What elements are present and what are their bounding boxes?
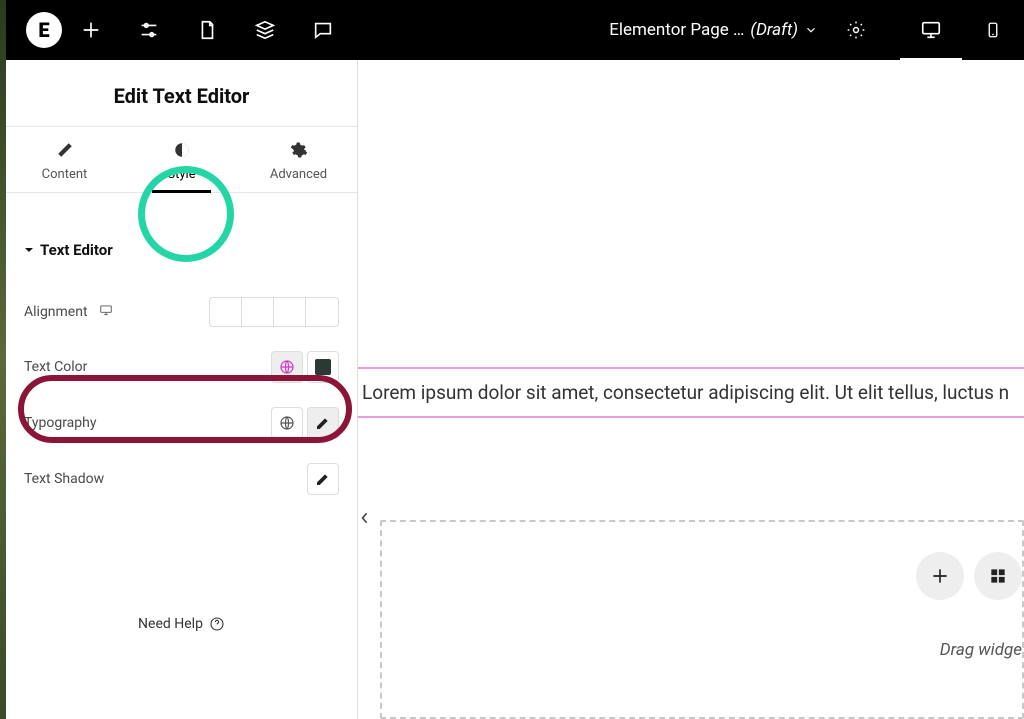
row-alignment: Alignment [24,285,339,339]
notes-button[interactable] [294,0,352,60]
typography-edit-button[interactable] [307,407,339,439]
drop-zone[interactable]: Drag widge [380,520,1024,719]
style-section: Text Editor Alignment Text Color Typogra… [6,193,357,507]
draft-badge: (Draft) [750,20,798,40]
selected-widget-text[interactable]: Lorem ipsum dolor sit amet, consectetur … [358,367,1024,418]
canvas[interactable]: Lorem ipsum dolor sit amet, consectetur … [358,60,1024,719]
page-settings-button[interactable] [178,0,236,60]
global-color-button[interactable] [271,351,303,383]
panel-tabs: Content Style Advanced [6,126,357,193]
typography-label: Typography [24,415,96,431]
text-shadow-edit-button[interactable] [307,463,339,495]
responsive-icon[interactable] [98,303,114,321]
publish-dropdown-chevron[interactable] [804,23,818,37]
align-left-button[interactable] [210,298,242,326]
alignment-buttons [209,297,339,327]
tab-style[interactable]: Style [123,127,240,192]
elementor-logo[interactable]: E [26,12,62,48]
panel-title: Edit Text Editor [6,60,357,126]
preview-settings-button[interactable] [836,20,876,40]
site-settings-button[interactable] [120,0,178,60]
desktop-view-button[interactable] [900,0,962,60]
top-bar: E Elementor Page … (Draft) [6,0,1024,60]
page-title: Elementor Page … [609,20,744,40]
tab-advanced-label: Advanced [270,167,327,182]
need-help-label: Need Help [138,616,203,632]
align-justify-button[interactable] [306,298,338,326]
tab-advanced[interactable]: Advanced [240,127,357,192]
tab-content[interactable]: Content [6,127,123,192]
drag-hint-text: Drag widge [940,640,1022,660]
section-text-editor-toggle[interactable]: Text Editor [24,241,339,259]
row-text-shadow: Text Shadow [24,451,339,507]
logo-e-glyph: E [38,18,49,42]
global-typography-button[interactable] [271,407,303,439]
color-swatch [315,359,331,375]
text-color-label: Text Color [24,359,87,375]
tab-content-label: Content [42,167,88,182]
add-section-button[interactable] [916,552,964,600]
need-help-link[interactable]: Need Help [6,616,357,632]
structure-button[interactable] [236,0,294,60]
align-center-button[interactable] [242,298,274,326]
editor-panel: Edit Text Editor Content Style Advanced … [6,60,358,719]
tab-style-label: Style [167,167,195,182]
section-head-label: Text Editor [40,241,113,259]
row-text-color: Text Color [24,339,339,395]
text-shadow-label: Text Shadow [24,471,104,487]
row-typography: Typography [24,395,339,451]
align-right-button[interactable] [274,298,306,326]
collapse-panel-button[interactable] [356,500,374,536]
add-widget-button[interactable] [62,0,120,60]
mobile-view-button[interactable] [962,0,1024,60]
alignment-label: Alignment [24,304,88,320]
add-template-button[interactable] [974,552,1022,600]
color-picker-button[interactable] [307,351,339,383]
